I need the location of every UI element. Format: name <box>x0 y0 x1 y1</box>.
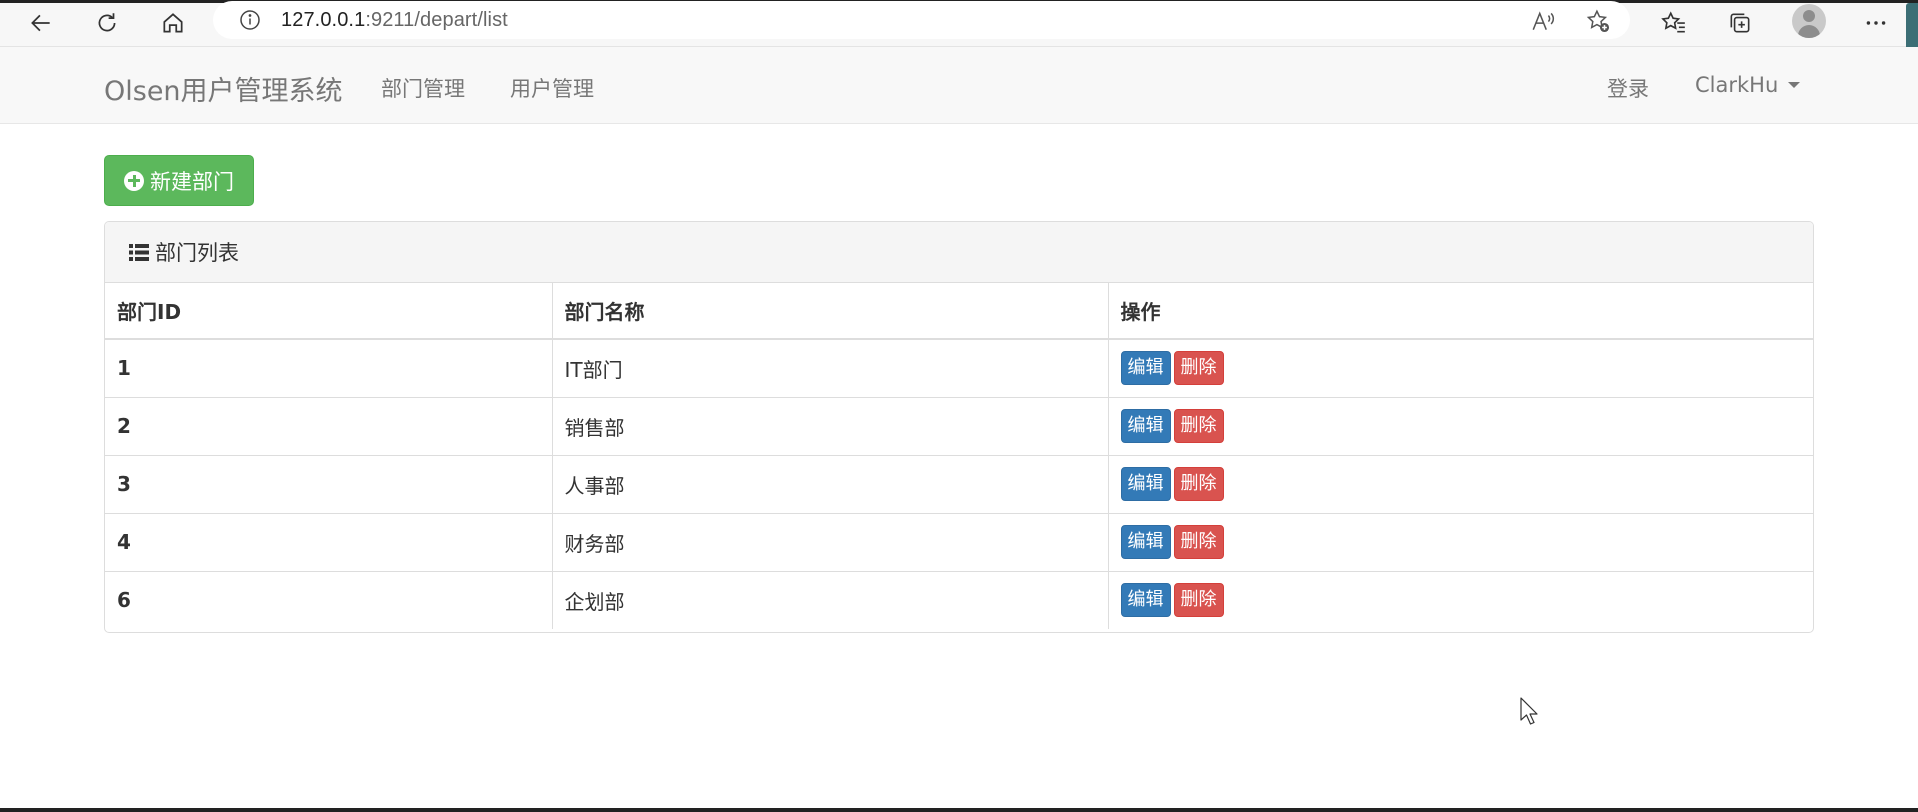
info-icon[interactable] <box>237 7 263 33</box>
edit-button[interactable]: 编辑 <box>1120 467 1171 501</box>
delete-button[interactable]: 删除 <box>1173 351 1224 386</box>
login-link[interactable]: 登录 <box>1607 73 1649 103</box>
mouse-cursor-icon <box>1520 697 1538 725</box>
edit-button[interactable]: 编辑 <box>1120 583 1171 618</box>
department-table: 部门ID 部门名称 操作 1 IT部门 编辑 删除 2 销售部 编辑 删除 3 … <box>105 283 1813 629</box>
table-row: 3 人事部 编辑 删除 <box>105 455 1813 513</box>
plus-circle-icon <box>124 170 144 191</box>
department-name: IT部门 <box>552 339 1109 397</box>
edit-button[interactable]: 编辑 <box>1120 525 1171 559</box>
edit-button[interactable]: 编辑 <box>1120 409 1171 443</box>
table-header-row: 部门ID 部门名称 操作 <box>105 283 1813 340</box>
window-bottom-border <box>0 808 1918 812</box>
department-panel: 部门列表 部门ID 部门名称 操作 1 IT部门 编辑 删除 2 销售部 编辑 … <box>104 221 1814 633</box>
row-actions: 编辑 删除 <box>1108 455 1813 513</box>
list-icon <box>129 243 149 261</box>
new-department-button[interactable]: 新建部门 <box>104 155 254 206</box>
panel-title: 部门列表 <box>155 241 239 265</box>
url-path: :9211/depart/list <box>365 8 508 31</box>
department-id: 6 <box>105 571 553 629</box>
brand-link[interactable]: Olsen用户管理系统 <box>104 69 343 108</box>
profile-icon[interactable] <box>1792 4 1826 38</box>
address-bar[interactable]: 127.0.0.1:9211/depart/list <box>213 1 1630 39</box>
department-id: 4 <box>105 513 553 571</box>
column-header-name: 部门名称 <box>552 283 1109 340</box>
column-header-id: 部门ID <box>105 283 553 340</box>
read-aloud-icon[interactable] <box>1529 7 1557 35</box>
department-id: 1 <box>105 339 553 397</box>
delete-button[interactable]: 删除 <box>1173 467 1224 501</box>
column-header-actions: 操作 <box>1108 283 1813 340</box>
department-name: 企划部 <box>552 571 1109 629</box>
browser-toolbar: 127.0.0.1:9211/depart/list <box>0 0 1918 55</box>
table-row: 4 财务部 编辑 删除 <box>105 513 1813 571</box>
user-name: ClarkHu <box>1695 73 1779 97</box>
row-actions: 编辑 删除 <box>1108 513 1813 571</box>
table-row: 6 企划部 编辑 删除 <box>105 571 1813 629</box>
url-host: 127.0.0.1 <box>281 8 366 31</box>
url-text[interactable]: 127.0.0.1:9211/depart/list <box>281 9 508 32</box>
department-id: 2 <box>105 397 553 455</box>
delete-button[interactable]: 删除 <box>1173 525 1224 559</box>
department-name: 人事部 <box>552 455 1109 513</box>
refresh-icon[interactable] <box>89 6 125 40</box>
table-row: 1 IT部门 编辑 删除 <box>105 339 1813 397</box>
edit-button[interactable]: 编辑 <box>1120 351 1171 386</box>
table-row: 2 销售部 编辑 删除 <box>105 397 1813 455</box>
collections-icon[interactable] <box>1722 6 1758 40</box>
add-favorite-icon[interactable] <box>1584 7 1612 35</box>
delete-button[interactable]: 删除 <box>1173 583 1224 618</box>
favorites-icon[interactable] <box>1656 6 1692 40</box>
new-department-label: 新建部门 <box>150 169 234 194</box>
nav-item-user[interactable]: 用户管理 <box>510 73 594 103</box>
navbar: Olsen用户管理系统 部门管理 用户管理 登录 ClarkHu <box>0 47 1918 124</box>
nav-item-department[interactable]: 部门管理 <box>381 73 465 103</box>
department-name: 销售部 <box>552 397 1109 455</box>
department-name: 财务部 <box>552 513 1109 571</box>
panel-heading: 部门列表 <box>105 222 1813 283</box>
delete-button[interactable]: 删除 <box>1173 409 1224 443</box>
home-icon[interactable] <box>155 6 191 40</box>
user-dropdown[interactable]: ClarkHu <box>1695 73 1801 97</box>
back-icon[interactable] <box>23 6 59 40</box>
row-actions: 编辑 删除 <box>1108 571 1813 629</box>
caret-down-icon <box>1788 82 1801 88</box>
more-icon[interactable] <box>1858 6 1894 40</box>
row-actions: 编辑 删除 <box>1108 397 1813 455</box>
department-id: 3 <box>105 455 553 513</box>
row-actions: 编辑 删除 <box>1108 339 1813 397</box>
